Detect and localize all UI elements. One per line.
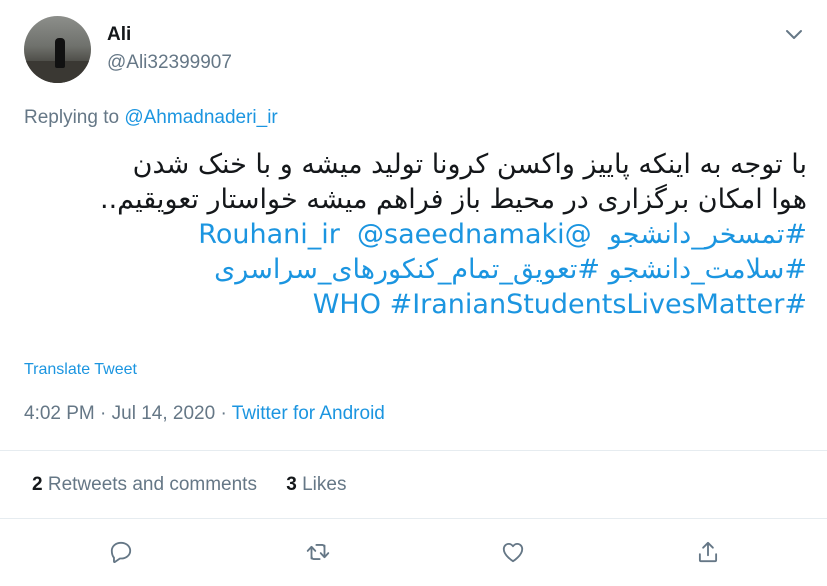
likes-count: 3 — [286, 474, 297, 495]
likes-stat[interactable]: 3 Likes — [286, 474, 346, 495]
hashtag-link[interactable]: #سلامت_دانشجو — [609, 254, 807, 285]
tweet-line-4: #سلامت_دانشجو #تعویق_تمام_کنکورهای_سراسر… — [20, 252, 807, 287]
heart-icon[interactable] — [497, 536, 529, 568]
likes-label: Likes — [302, 474, 347, 495]
tweet-card: Ali @Ali32399907 Replying to @Ahmadnader… — [0, 0, 827, 586]
avatar-figure — [55, 38, 65, 68]
tweet-line-1: با توجه به اینکه پاییز واکسن کرونا تولید… — [132, 149, 807, 180]
action-bar — [0, 536, 827, 568]
retweets-stat[interactable]: 2 Retweets and comments — [32, 474, 257, 495]
translate-tweet-link[interactable]: Translate Tweet — [24, 361, 137, 379]
hashtag-link[interactable]: #تعویق_تمام_کنکورهای_سراسری — [214, 254, 600, 285]
divider — [0, 518, 827, 519]
retweets-label: Retweets and comments — [47, 474, 257, 495]
tweet-line-3: #تمسخر_دانشجو @Rouhani_ir @saeednamaki — [20, 217, 807, 252]
tweet-text: با توجه به اینکه پاییز واکسن کرونا تولید… — [20, 147, 807, 322]
replying-to: Replying to @Ahmadnaderi_ir — [24, 107, 278, 129]
replying-prefix: Replying to — [24, 107, 125, 128]
share-icon[interactable] — [692, 536, 724, 568]
tweet-line-2: هوا امکان برگزاری در محیط باز فراهم میشه… — [99, 184, 807, 215]
avatar[interactable] — [24, 16, 91, 83]
meta-separator: · — [94, 403, 112, 424]
tweet-stats: 2 Retweets and comments 3 Likes — [32, 474, 370, 496]
divider — [0, 450, 827, 451]
reply-icon[interactable] — [105, 536, 137, 568]
meta-separator: · — [215, 403, 232, 424]
tweet-meta: 4:02 PM · Jul 14, 2020 · Twitter for And… — [24, 403, 385, 425]
chevron-down-icon[interactable] — [782, 22, 806, 46]
author-handle[interactable]: @Ali32399907 — [107, 52, 232, 74]
tweet-date[interactable]: Jul 14, 2020 — [112, 403, 216, 424]
tweet-source[interactable]: Twitter for Android — [232, 403, 385, 424]
retweet-icon[interactable] — [302, 536, 334, 568]
hashtag-link[interactable]: #تمسخر_دانشجو — [609, 219, 807, 250]
hashtag-link[interactable]: #IranianStudentsLivesMatter — [390, 289, 785, 320]
tweet-time[interactable]: 4:02 PM — [24, 403, 95, 424]
retweets-count: 2 — [32, 474, 43, 495]
replying-mention[interactable]: @Ahmadnaderi_ir — [124, 107, 277, 128]
author-name[interactable]: Ali — [107, 24, 131, 46]
tweet-line-5: #WHO #IranianStudentsLivesMatter — [20, 287, 807, 322]
mention-link-saeednamaki[interactable]: @saeednamaki — [357, 219, 565, 250]
